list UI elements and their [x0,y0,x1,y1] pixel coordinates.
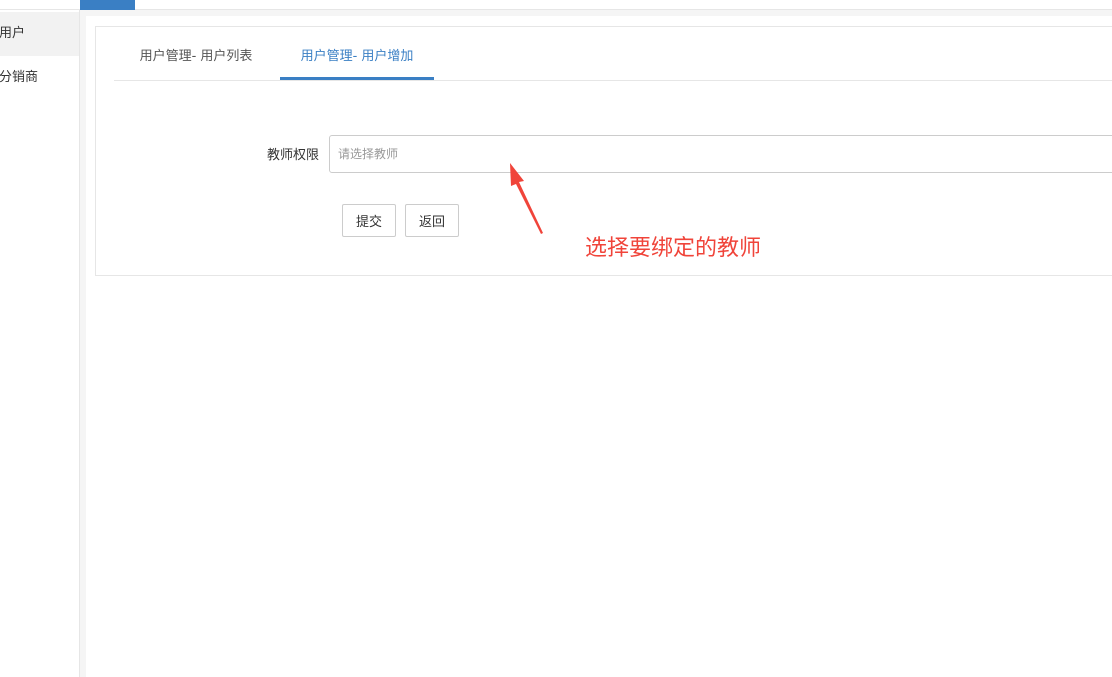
sidebar-item-users[interactable]: 用户 [0,12,79,56]
top-navbar [0,0,1112,10]
tab-bar: 用户管理- 用户列表 用户管理- 用户增加 [114,42,1112,81]
sidebar-item-label: 分销商 [0,70,39,85]
sidebar: 用户 分销商 [0,10,80,677]
back-button[interactable]: 返回 [405,204,459,237]
sidebar-item-label: 用户 [0,26,26,41]
teacher-select-input[interactable] [329,135,1112,173]
submit-button[interactable]: 提交 [342,204,396,237]
tab-user-add[interactable]: 用户管理- 用户增加 [280,42,434,80]
teacher-permission-label: 教师权限 [266,148,319,163]
tab-user-list[interactable]: 用户管理- 用户列表 [124,42,268,80]
main-content: 用户管理- 用户列表 用户管理- 用户增加 教师权限 提交 返回 [86,16,1112,677]
sidebar-item-distributors[interactable]: 分销商 [0,56,79,100]
active-nav-indicator[interactable] [80,0,135,10]
annotation-text: 选择要绑定的教师 [585,236,762,261]
